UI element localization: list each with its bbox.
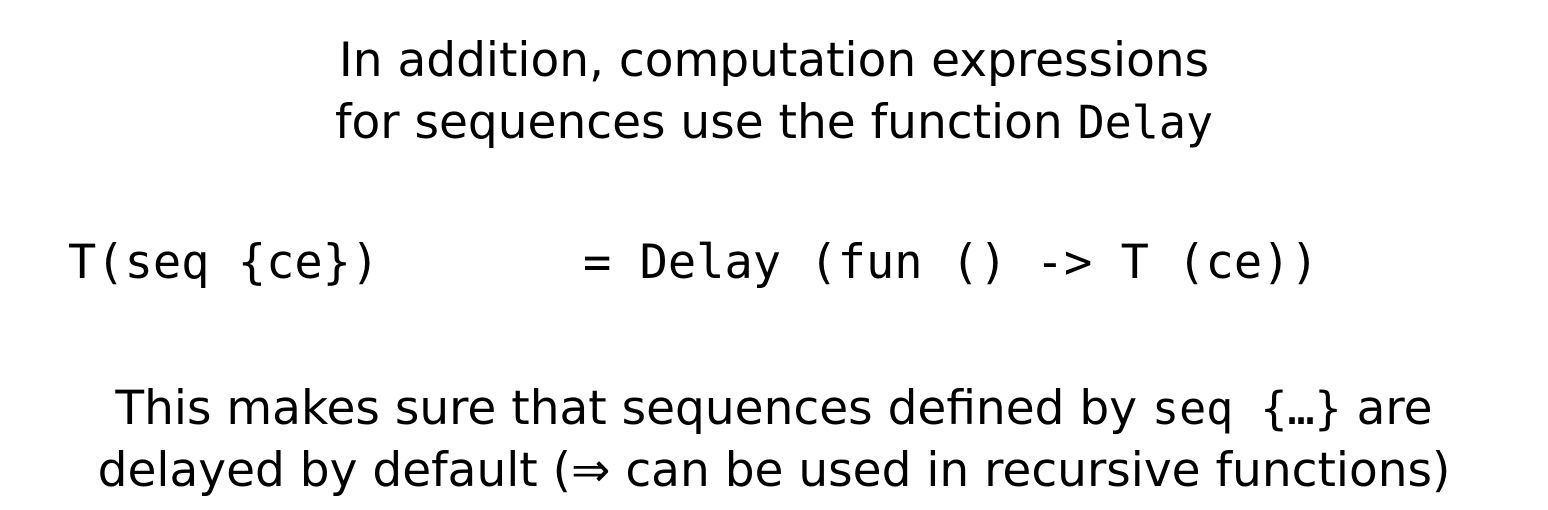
outro-line-2: delayed by default (⇒ can be used in rec… xyxy=(97,443,1451,498)
outro-paragraph: This makes sure that sequences defined b… xyxy=(0,378,1548,502)
intro-line-2: for sequences use the function Delay xyxy=(0,92,1548,154)
outro-line-1-prefix: This makes sure that sequences defined b… xyxy=(115,381,1152,436)
rule-left-side: T(seq {ce}) xyxy=(68,235,380,290)
delay-code-term: Delay xyxy=(1077,96,1214,149)
intro-paragraph: In addition, computation expressions for… xyxy=(0,30,1548,154)
intro-line-1: In addition, computation expressions xyxy=(338,33,1210,88)
outro-line-1-suffix: are xyxy=(1341,381,1433,436)
intro-line-2-text: for sequences use the function xyxy=(334,95,1078,150)
rule-right-side: = Delay (fun () -> T (ce)) xyxy=(583,235,1319,290)
translation-rule: T(seq {ce}) = Delay (fun () -> T (ce)) xyxy=(0,231,1548,301)
outro-line-1: This makes sure that sequences defined b… xyxy=(0,378,1548,440)
seq-code-term: seq {…} xyxy=(1151,382,1342,435)
